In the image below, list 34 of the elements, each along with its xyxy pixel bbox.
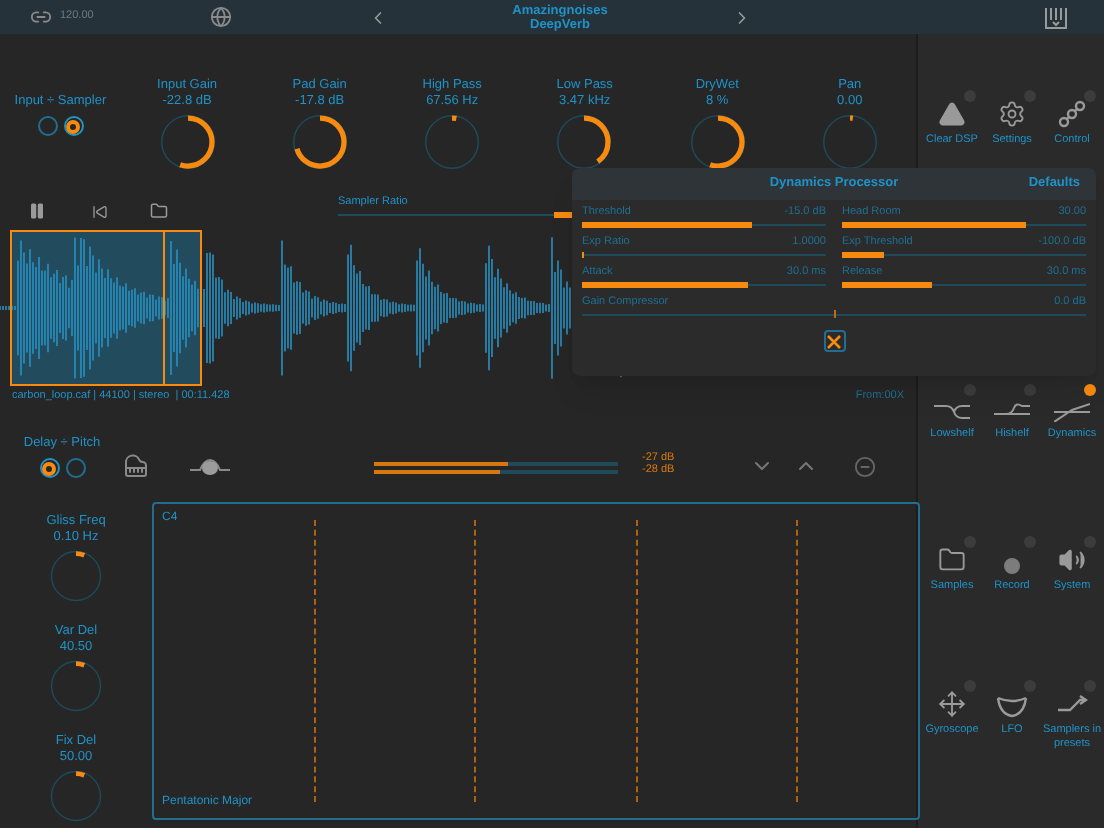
speaker-icon — [1058, 546, 1086, 574]
radio-button[interactable] — [39, 458, 59, 478]
close-button[interactable] — [823, 330, 845, 352]
low-shelf-curve-icon — [934, 402, 970, 422]
radio-button[interactable] — [37, 116, 58, 136]
piano-keys-icon[interactable] — [124, 454, 148, 478]
keyboard-menu-icon[interactable] — [1044, 5, 1068, 29]
param-slider[interactable] — [582, 310, 1086, 318]
folder-icon — [938, 546, 966, 574]
sampler-ratio-slider[interactable] — [338, 210, 574, 220]
param-slider[interactable] — [842, 220, 1086, 228]
param-slider[interactable] — [582, 250, 826, 258]
pitch-bend-icon[interactable] — [190, 458, 230, 478]
link-icon[interactable] — [30, 6, 52, 28]
param-slider[interactable] — [582, 220, 826, 228]
radio-button[interactable] — [63, 116, 84, 136]
param-slider[interactable] — [842, 280, 1086, 288]
skip-back-icon[interactable] — [92, 204, 108, 220]
radio-button[interactable] — [65, 458, 85, 478]
dynamics-curve-icon — [1054, 402, 1090, 422]
param-slider[interactable] — [582, 280, 826, 288]
globe-icon[interactable] — [210, 6, 232, 28]
pause-icon[interactable] — [28, 202, 46, 220]
record-dot-icon — [1004, 558, 1020, 574]
lfo-wave-icon — [996, 694, 1028, 718]
linked-nodes-icon — [1058, 100, 1086, 128]
slider-thumb[interactable] — [554, 212, 574, 218]
warning-icon — [938, 100, 966, 128]
settings-icon — [998, 100, 1026, 128]
close-icon — [826, 333, 842, 349]
move-arrows-icon — [938, 690, 966, 718]
param-slider[interactable] — [842, 250, 1086, 258]
folder-icon[interactable] — [150, 202, 168, 220]
minus-circle-icon[interactable] — [854, 456, 877, 478]
